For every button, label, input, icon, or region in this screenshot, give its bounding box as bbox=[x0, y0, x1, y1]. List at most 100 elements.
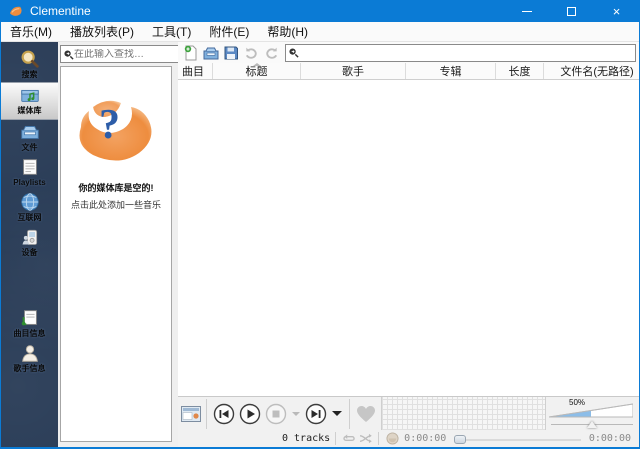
sidebar-item-artist-info[interactable]: 歌手信息 bbox=[1, 341, 58, 376]
volume-control: 50% bbox=[547, 397, 639, 431]
playlist-toolbar bbox=[178, 42, 639, 63]
playlist-body-empty[interactable] bbox=[178, 80, 639, 396]
shuffle-button[interactable] bbox=[357, 432, 373, 446]
play-button[interactable] bbox=[238, 402, 262, 426]
main-area: 搜索 媒体库 文件 Playlists bbox=[1, 42, 639, 447]
playlist-header: 曲目 标题 歌手 专辑 长度 文件名(无路径) ourc bbox=[178, 63, 639, 80]
total-time: 0:00:00 bbox=[589, 433, 631, 444]
love-track-button[interactable] bbox=[352, 399, 380, 429]
library-empty-view[interactable]: ? 你的媒体库是空的! 点击此处添加一些音乐 bbox=[60, 66, 172, 442]
clementine-window: Clementine × 音乐(M) 播放列表(P) 工具(T) 附件(E) 帮… bbox=[0, 0, 640, 449]
minimize-button[interactable] bbox=[504, 0, 549, 22]
seek-slider-handle[interactable] bbox=[454, 435, 466, 444]
play-icon bbox=[239, 403, 261, 425]
stop-options-dropdown-icon[interactable] bbox=[292, 412, 300, 416]
library-search-icon bbox=[63, 49, 74, 60]
save-icon bbox=[223, 45, 239, 61]
sidebar-item-library[interactable]: 媒体库 bbox=[1, 82, 58, 120]
sort-ascending-icon bbox=[253, 63, 261, 66]
sidebar-item-label: 设备 bbox=[22, 248, 38, 258]
minimize-icon bbox=[522, 11, 532, 12]
column-header-filename[interactable]: 文件名(无路径) bbox=[544, 63, 639, 79]
search-icon bbox=[19, 48, 41, 70]
clementine-logo-icon bbox=[9, 5, 24, 18]
heart-icon bbox=[356, 405, 376, 423]
sidebar-item-label: 互联网 bbox=[18, 213, 42, 223]
column-header-title[interactable]: 标题 bbox=[213, 63, 301, 79]
menu-help[interactable]: 帮助(H) bbox=[258, 21, 317, 42]
sidebar-item-search[interactable]: 搜索 bbox=[1, 47, 58, 82]
menubar: 音乐(M) 播放列表(P) 工具(T) 附件(E) 帮助(H) bbox=[1, 22, 639, 42]
menu-tools[interactable]: 工具(T) bbox=[143, 21, 200, 42]
previous-icon bbox=[213, 403, 235, 425]
menu-music[interactable]: 音乐(M) bbox=[1, 21, 61, 42]
library-panel: ? 你的媒体库是空的! 点击此处添加一些音乐 bbox=[58, 42, 178, 447]
new-playlist-icon bbox=[183, 45, 199, 61]
library-add-music-link[interactable]: 点击此处添加一些音乐 bbox=[71, 198, 161, 211]
separator bbox=[349, 399, 350, 429]
next-icon bbox=[305, 403, 327, 425]
new-playlist-button[interactable] bbox=[181, 44, 201, 62]
sidebar-spacer bbox=[1, 260, 58, 306]
next-options-dropdown-icon[interactable] bbox=[332, 411, 342, 416]
sidebar-item-playlists[interactable]: Playlists bbox=[1, 155, 58, 190]
sidebar-item-label: 文件 bbox=[22, 143, 38, 153]
redo-button[interactable] bbox=[261, 44, 281, 62]
volume-slider[interactable] bbox=[551, 421, 633, 429]
save-playlist-button[interactable] bbox=[221, 44, 241, 62]
volume-slider-thumb[interactable] bbox=[587, 421, 597, 428]
playlist-search-input[interactable] bbox=[299, 47, 633, 58]
analyzer-area[interactable] bbox=[381, 397, 546, 430]
menu-extras[interactable]: 附件(E) bbox=[200, 21, 258, 42]
question-mark: ? bbox=[99, 101, 120, 149]
undo-button[interactable] bbox=[241, 44, 261, 62]
seek-slider-track bbox=[454, 439, 581, 441]
sidebar-item-label: 搜索 bbox=[22, 70, 38, 80]
window-title: Clementine bbox=[30, 4, 504, 18]
playlist-search-icon bbox=[288, 47, 299, 58]
seek-slider[interactable] bbox=[454, 433, 581, 445]
sidebar-item-files[interactable]: 文件 bbox=[1, 120, 58, 155]
stop-button[interactable] bbox=[264, 402, 288, 426]
devices-icon bbox=[20, 226, 40, 248]
playlist-search-box bbox=[285, 44, 636, 62]
sidebar: 搜索 媒体库 文件 Playlists bbox=[1, 42, 58, 447]
sidebar-item-label: 媒体库 bbox=[18, 106, 42, 116]
repeat-icon bbox=[343, 433, 356, 444]
transport-controls bbox=[209, 402, 347, 426]
library-search-row bbox=[60, 44, 172, 64]
undo-icon bbox=[244, 45, 259, 60]
column-header-track[interactable]: 曲目 bbox=[178, 63, 213, 79]
sidebar-item-devices[interactable]: 设备 bbox=[1, 225, 58, 260]
maximize-button[interactable] bbox=[549, 0, 594, 22]
files-icon bbox=[19, 121, 41, 143]
redo-icon bbox=[264, 45, 279, 60]
column-header-length[interactable]: 长度 bbox=[496, 63, 544, 79]
column-header-album[interactable]: 专辑 bbox=[406, 63, 496, 79]
separator bbox=[378, 432, 379, 445]
track-count: 0 tracks bbox=[282, 433, 330, 444]
sidebar-item-internet[interactable]: 互联网 bbox=[1, 190, 58, 225]
load-playlist-button[interactable] bbox=[201, 44, 221, 62]
menu-playlist[interactable]: 播放列表(P) bbox=[61, 21, 143, 42]
song-info-icon bbox=[19, 307, 41, 329]
library-empty-title: 你的媒体库是空的! bbox=[79, 181, 154, 194]
playlist-area: 曲目 标题 歌手 专辑 长度 文件名(无路径) ourc bbox=[178, 42, 639, 447]
repeat-button[interactable] bbox=[341, 432, 357, 446]
library-icon bbox=[19, 84, 41, 106]
sidebar-item-song-info[interactable]: 曲目信息 bbox=[1, 306, 58, 341]
volume-wedge[interactable] bbox=[549, 401, 633, 419]
titlebar: Clementine × bbox=[1, 0, 639, 22]
close-icon: × bbox=[613, 5, 621, 18]
toggle-pretty-osd-button[interactable] bbox=[178, 399, 204, 429]
sidebar-item-label: Playlists bbox=[13, 178, 45, 188]
next-track-button[interactable] bbox=[304, 402, 328, 426]
close-button[interactable]: × bbox=[594, 0, 639, 22]
previous-track-button[interactable] bbox=[212, 402, 236, 426]
sidebar-item-label: 曲目信息 bbox=[14, 329, 46, 339]
artist-info-icon bbox=[19, 342, 41, 364]
clementine-blob: ? bbox=[73, 93, 159, 165]
sidebar-item-label: 歌手信息 bbox=[14, 364, 46, 374]
stop-icon bbox=[265, 403, 287, 425]
column-header-artist[interactable]: 歌手 bbox=[301, 63, 406, 79]
